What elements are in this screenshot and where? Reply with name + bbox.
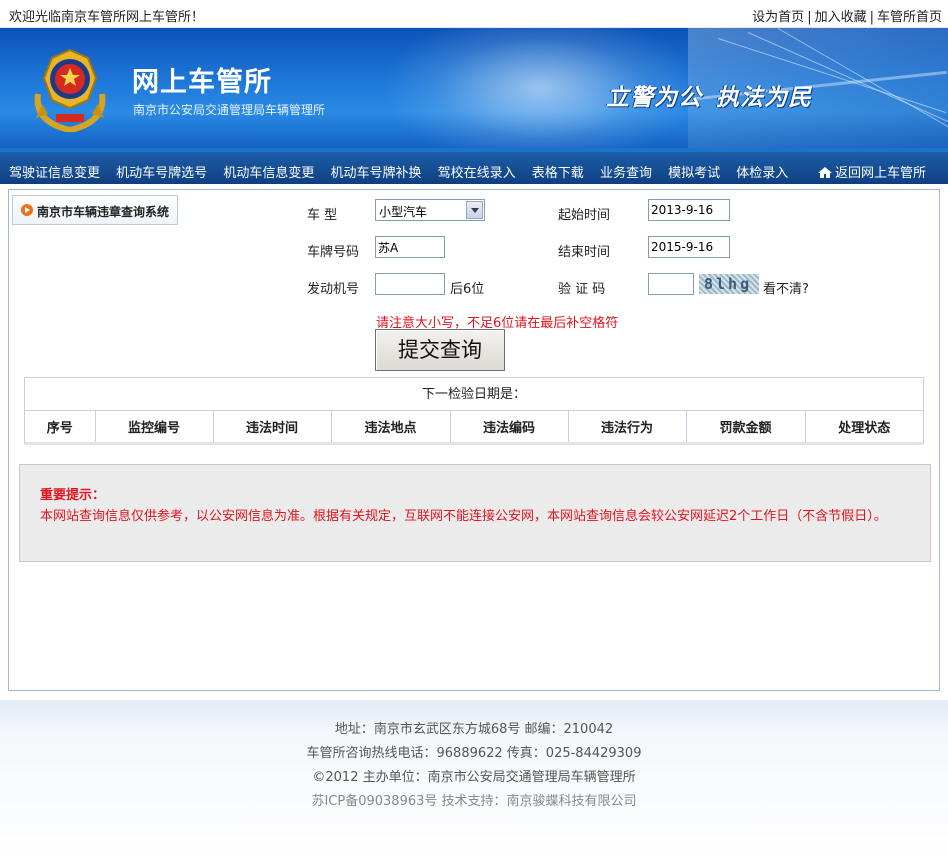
nav-item-school-entry[interactable]: 驾校在线录入	[438, 162, 516, 181]
end-time-input[interactable]	[648, 236, 730, 258]
header-banner: 网上车管所 南京市公安局交通管理局车辆管理所 立警为公 执法为民	[0, 28, 948, 148]
next-inspection-caption: 下一检验日期是：	[25, 378, 923, 411]
nav-item-business-query[interactable]: 业务查询	[600, 162, 652, 181]
nav-item-license-change[interactable]: 驾驶证信息变更	[9, 162, 100, 181]
start-time-input[interactable]	[648, 199, 730, 221]
column-header: 违法行为	[568, 411, 687, 445]
nav-item-form-download[interactable]: 表格下载	[532, 162, 584, 181]
set-homepage-link[interactable]: 设为首页	[752, 10, 804, 25]
vehicle-type-value: 小型汽车	[379, 205, 428, 219]
slogan-part-2: 执法为民	[716, 84, 812, 111]
home-icon	[817, 167, 832, 178]
nav-item-vehicle-change[interactable]: 机动车信息变更	[223, 162, 314, 181]
column-header: 处理状态	[805, 411, 923, 445]
engine-number-input[interactable]	[375, 273, 445, 295]
vehicle-type-select[interactable]: 小型汽车	[375, 199, 485, 221]
query-panel: 南京市车辆违章查询系统 车 型 小型汽车 起始时间 车牌号码 结束时间 发动机号…	[8, 189, 940, 691]
sidebar-tab-label: 南京市车辆违章查询系统	[37, 205, 170, 219]
notice-body: 本网站查询信息仅供参考，以公安网信息为准。根据有关规定，互联网不能连接公安网，本…	[40, 509, 887, 524]
plate-number-label: 车牌号码	[307, 245, 360, 260]
captcha-label: 验 证 码	[558, 282, 606, 297]
footer-address: 地址：南京市玄武区东方城68号 邮编：210042	[334, 722, 614, 737]
add-favorite-link[interactable]: 加入收藏	[815, 10, 867, 25]
column-header: 序号	[25, 411, 96, 445]
nav-item-plate-select[interactable]: 机动车号牌选号	[116, 162, 207, 181]
captcha-image[interactable]: 8lhg	[699, 274, 759, 294]
dmv-homepage-link[interactable]: 车管所首页	[877, 10, 942, 25]
back-to-portal-link[interactable]: 返回网上车管所	[817, 162, 926, 181]
captcha-input[interactable]	[648, 273, 694, 295]
slogan: 立警为公 执法为民	[606, 78, 812, 112]
top-links: 设为首页 | 加入收藏 | 车管所首页	[752, 10, 942, 25]
slogan-part-1: 立警为公	[606, 84, 702, 111]
footer-phone: 车管所咨询热线电话：96889622 传真：025-84429309	[306, 746, 642, 761]
engine-number-label: 发动机号	[307, 282, 360, 297]
nav-item-plate-replace[interactable]: 机动车号牌补换	[330, 162, 421, 181]
welcome-text: 欢迎光临南京车管所网上车管所！	[9, 10, 205, 25]
vehicle-type-label: 车 型	[307, 208, 338, 223]
sidebar-tab-violation-query[interactable]: 南京市车辆违章查询系统	[12, 195, 178, 225]
top-bar: 欢迎光临南京车管所网上车管所！ 设为首页 | 加入收藏 | 车管所首页	[0, 0, 948, 28]
nav-item-mock-exam[interactable]: 模拟考试	[668, 162, 720, 181]
footer: 地址：南京市玄武区东方城68号 邮编：210042 车管所咨询热线电话：9688…	[0, 700, 948, 862]
chevron-down-icon[interactable]	[466, 201, 483, 219]
column-header: 监控编号	[95, 411, 214, 445]
back-to-portal-label: 返回网上车管所	[834, 166, 926, 181]
site-subtitle: 南京市公安局交通管理局车辆管理所	[133, 103, 326, 117]
results-table: 下一检验日期是： 序号 监控编号 违法时间 违法地点 违法编码 违法行为 罚款金…	[24, 377, 924, 445]
submit-query-button[interactable]: 提交查询	[375, 329, 505, 371]
captcha-refresh-link[interactable]: 看不清?	[763, 278, 809, 297]
site-title: 网上车管所	[132, 67, 272, 98]
plate-number-input[interactable]	[375, 236, 445, 258]
police-emblem-icon	[34, 48, 106, 132]
important-notice: 重要提示： 本网站查询信息仅供参考，以公安网信息为准。根据有关规定，互联网不能连…	[19, 464, 931, 562]
arrow-right-icon	[21, 204, 33, 216]
column-header: 罚款金额	[686, 411, 806, 445]
column-header: 违法编码	[450, 411, 569, 445]
end-time-label: 结束时间	[558, 245, 611, 260]
nav-item-medical-entry[interactable]: 体检录入	[736, 162, 788, 181]
start-time-label: 起始时间	[558, 208, 611, 223]
column-header: 违法地点	[331, 411, 451, 445]
main-nav: 驾驶证信息变更 机动车号牌选号 机动车信息变更 机动车号牌补换 驾校在线录入 表…	[0, 148, 948, 184]
engine-suffix-hint: 后6位	[450, 282, 485, 297]
footer-icp: 苏ICP备09038963号 技术支持：南京骏蝶科技有限公司	[311, 794, 637, 809]
column-header: 违法时间	[213, 411, 332, 445]
footer-copyright: ©2012 主办单位：南京市公安局交通管理局车辆管理所	[312, 770, 636, 785]
notice-heading: 重要提示：	[40, 488, 106, 503]
